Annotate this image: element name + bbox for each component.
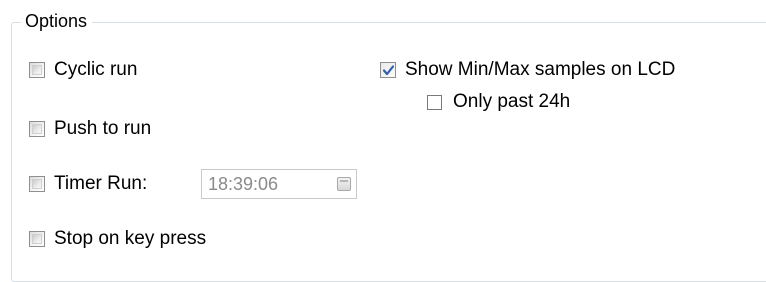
timer-run-label: Timer Run: [54,173,148,194]
push-to-run-label: Push to run [54,118,152,139]
calendar-icon[interactable] [337,177,351,191]
stop-on-key-press-label: Stop on key press [54,228,207,249]
only-past-24h-label: Only past 24h [453,91,571,112]
timer-run-time-picker[interactable]: 18:39:06 [201,169,357,199]
only-past-24h-checkbox[interactable] [427,94,442,110]
cyclic-run-label: Cyclic run [54,59,138,80]
timer-run-checkbox[interactable] [29,176,45,192]
checkmark-icon [382,65,395,76]
timer-run-checkbox-row[interactable]: Timer Run: [29,172,147,196]
push-to-run-checkbox-row[interactable]: Push to run [29,117,151,141]
cyclic-run-checkbox[interactable] [29,62,45,78]
stop-on-key-press-checkbox-row[interactable]: Stop on key press [29,227,206,251]
show-min-max-label: Show Min/Max samples on LCD [405,59,676,80]
cyclic-run-checkbox-row[interactable]: Cyclic run [29,58,137,82]
show-min-max-checkbox-row[interactable]: Show Min/Max samples on LCD [380,58,675,82]
stop-on-key-press-checkbox[interactable] [29,231,45,247]
only-past-24h-checkbox-row[interactable]: Only past 24h [427,90,570,114]
timer-run-time-value: 18:39:06 [208,173,279,194]
push-to-run-checkbox[interactable] [29,121,45,137]
show-min-max-checkbox[interactable] [380,62,396,78]
options-group-title: Options [21,10,93,32]
